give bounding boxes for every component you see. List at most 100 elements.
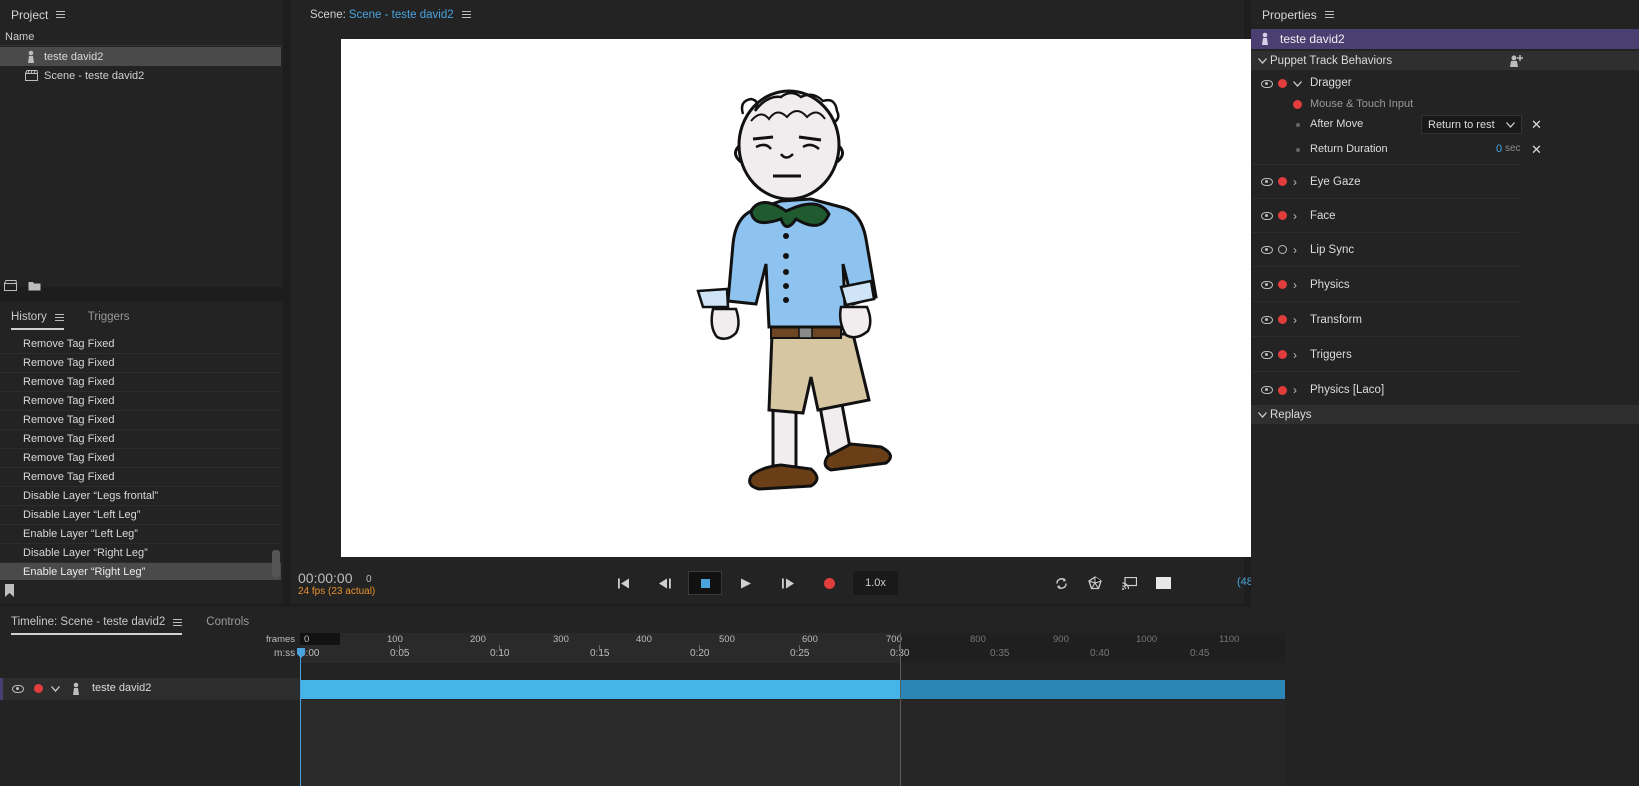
step-back-icon — [658, 578, 671, 588]
eye-icon[interactable] — [1261, 350, 1273, 359]
timecode[interactable]: 00:00:00 — [298, 570, 353, 586]
behavior-label: Eye Gaze — [1310, 175, 1361, 188]
remove-param-icon[interactable]: ✕ — [1531, 117, 1542, 133]
project-item-puppet[interactable]: teste david2 — [0, 47, 281, 66]
chevron-right-icon[interactable]: › — [1293, 278, 1297, 292]
project-menu-icon[interactable] — [56, 11, 66, 18]
behavior-triggers[interactable]: › Triggers — [1251, 338, 1521, 372]
history-item[interactable]: Remove Tag Fixed — [0, 430, 281, 449]
history-item[interactable]: Disable Layer “Right Leg” — [0, 544, 281, 563]
chevron-right-icon[interactable]: › — [1293, 313, 1297, 327]
history-item[interactable]: Remove Tag Fixed — [0, 411, 281, 430]
eye-icon[interactable] — [1261, 80, 1273, 88]
chevron-right-icon[interactable]: › — [1293, 383, 1297, 397]
behavior-lip-sync[interactable]: › Lip Sync — [1251, 233, 1521, 267]
step-forward-button[interactable] — [771, 571, 805, 595]
play-button[interactable] — [729, 571, 763, 595]
arm-dot-icon[interactable] — [1278, 211, 1287, 220]
history-tabs: History Triggers — [11, 306, 154, 330]
go-to-start-button[interactable] — [606, 571, 640, 595]
arm-dot-icon[interactable] — [1278, 280, 1287, 289]
history-item[interactable]: Enable Layer “Left Leg” — [0, 525, 281, 544]
after-move-select[interactable]: Return to rest — [1421, 115, 1522, 134]
scene-bar[interactable] — [300, 680, 900, 699]
scene-canvas[interactable] — [341, 39, 1261, 557]
behavior-physics[interactable]: › Physics — [1251, 268, 1521, 302]
new-scene-icon[interactable] — [4, 280, 17, 291]
eye-icon[interactable] — [1261, 211, 1273, 220]
properties-menu-icon[interactable] — [1324, 11, 1334, 18]
playback-speed[interactable]: 1.0x — [853, 571, 898, 595]
history-item[interactable]: Remove Tag Fixed — [0, 468, 281, 487]
chevron-right-icon[interactable]: › — [1293, 175, 1297, 189]
disarmed-dot-icon[interactable] — [1278, 245, 1287, 254]
chevron-right-icon[interactable]: › — [1293, 243, 1297, 257]
tab-triggers[interactable]: Triggers — [88, 306, 130, 328]
background-toggle-button[interactable] — [1146, 571, 1180, 595]
arm-dot-icon[interactable] — [1278, 79, 1287, 88]
scene-name[interactable]: Scene - teste david2 — [349, 9, 454, 21]
eye-icon[interactable] — [12, 685, 24, 693]
return-duration-value[interactable]: 0 — [1496, 143, 1502, 155]
ruler-tick — [699, 645, 700, 650]
history-item[interactable]: Remove Tag Fixed — [0, 373, 281, 392]
playhead-line[interactable] — [300, 648, 301, 786]
arm-dot-icon[interactable] — [1278, 315, 1287, 324]
loop-button[interactable] — [1044, 571, 1078, 595]
puppet-name-bar[interactable]: teste david2 — [1251, 29, 1639, 49]
history-item[interactable]: Disable Layer “Legs frontal” — [0, 487, 281, 506]
properties-title: Properties — [1262, 7, 1317, 22]
tab-controls[interactable]: Controls — [206, 611, 249, 633]
history-item[interactable]: Remove Tag Fixed — [0, 449, 281, 468]
arm-dot-icon[interactable] — [1278, 177, 1287, 186]
stream-button[interactable] — [1112, 571, 1146, 595]
arm-dot-icon[interactable] — [1278, 385, 1287, 395]
bookmark-icon[interactable] — [5, 584, 14, 597]
track-header[interactable]: teste david2 — [0, 678, 300, 700]
frame-number: 0 — [366, 574, 372, 585]
new-folder-icon[interactable] — [28, 281, 41, 291]
behavior-eye-gaze[interactable]: › Eye Gaze — [1251, 165, 1521, 199]
history-item-selected[interactable]: Enable Layer “Right Leg” — [0, 563, 281, 580]
dragger-mouse-touch-input[interactable]: Mouse & Touch Input — [1251, 96, 1521, 114]
history-item[interactable]: Remove Tag Fixed — [0, 392, 281, 411]
tab-history[interactable]: History — [11, 306, 64, 330]
add-behavior-icon[interactable] — [1509, 54, 1523, 67]
eye-icon[interactable] — [1261, 386, 1273, 394]
arm-dot-icon[interactable] — [34, 684, 43, 693]
behavior-transform[interactable]: › Transform — [1251, 303, 1521, 337]
calibrate-button[interactable] — [1078, 571, 1112, 595]
eye-icon[interactable] — [1261, 280, 1273, 289]
eye-icon[interactable] — [1261, 177, 1273, 186]
remove-param-icon[interactable]: ✕ — [1531, 142, 1542, 158]
scene-bar-out-range[interactable] — [900, 680, 1285, 699]
project-title: Project — [11, 7, 49, 22]
behavior-face[interactable]: › Face — [1251, 199, 1521, 233]
project-item-scene[interactable]: Scene - teste david2 — [0, 66, 281, 85]
arm-dot-icon[interactable] — [1278, 350, 1287, 359]
chevron-right-icon[interactable]: › — [1293, 348, 1297, 362]
chevron-right-icon[interactable]: › — [1293, 209, 1297, 223]
arm-dot-icon[interactable] — [1293, 100, 1302, 109]
eye-icon[interactable] — [1261, 315, 1273, 324]
section-replays[interactable]: Replays — [1251, 405, 1639, 424]
project-column-header[interactable]: Name — [0, 29, 283, 46]
history-menu-icon[interactable] — [54, 313, 64, 321]
record-button[interactable] — [812, 571, 846, 595]
track-lane-area-out — [900, 700, 1285, 786]
scene-menu-icon[interactable] — [461, 11, 471, 18]
step-back-button[interactable] — [647, 571, 681, 595]
puppet-icon — [73, 682, 79, 695]
history-item[interactable]: Remove Tag Fixed — [0, 335, 281, 354]
history-item[interactable]: Remove Tag Fixed — [0, 354, 281, 373]
history-item[interactable]: Disable Layer “Left Leg” — [0, 506, 281, 525]
stop-button[interactable] — [688, 571, 722, 595]
behavior-dragger[interactable]: Dragger — [1251, 74, 1521, 94]
eye-icon[interactable] — [1261, 245, 1273, 254]
param-bullet — [1296, 123, 1300, 127]
tab-timeline[interactable]: Timeline: Scene - teste david2 — [11, 611, 183, 635]
history-scroll-thumb[interactable] — [272, 550, 280, 577]
behavior-physics-laco[interactable]: › Physics [Laco] — [1251, 375, 1521, 405]
timeline-menu-icon[interactable] — [173, 618, 183, 626]
section-puppet-track-behaviors[interactable]: Puppet Track Behaviors — [1251, 51, 1639, 70]
